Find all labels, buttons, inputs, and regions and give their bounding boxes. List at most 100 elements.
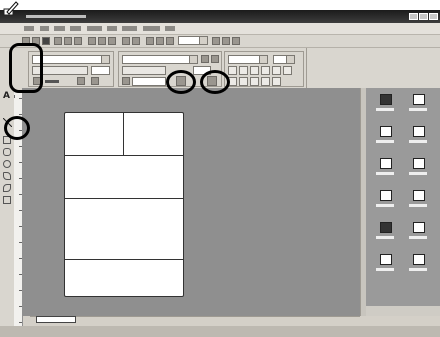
- menu-item-9[interactable]: [165, 26, 175, 31]
- copy-icon[interactable]: [98, 37, 106, 45]
- tape-icon[interactable]: [122, 77, 130, 85]
- side-panel-footer: [366, 306, 440, 316]
- side-panel-label: [376, 172, 394, 175]
- cut-icon[interactable]: [88, 37, 96, 45]
- window-title-text-marker: [26, 15, 86, 18]
- spell-check-icon[interactable]: [74, 37, 82, 45]
- table-icon[interactable]: [380, 158, 392, 169]
- arrange-text-icon[interactable]: [413, 94, 425, 105]
- side-panel-label: [409, 236, 427, 239]
- top-strip: [0, 0, 440, 10]
- frame-icon[interactable]: [156, 37, 164, 45]
- side-panel-label: [376, 236, 394, 239]
- label-divider: [123, 113, 124, 155]
- text-icon[interactable]: [146, 37, 154, 45]
- menu-item-8[interactable]: [143, 26, 160, 31]
- side-panel-label: [376, 268, 394, 271]
- menu-item-5[interactable]: [87, 26, 102, 31]
- screen-capture-icon[interactable]: [380, 190, 392, 201]
- pencil-icon: [3, 1, 19, 16]
- highlight-circle-split-layout: [200, 70, 230, 94]
- paste-icon[interactable]: [108, 37, 116, 45]
- printer-select[interactable]: [32, 55, 110, 64]
- bold-button[interactable]: [228, 66, 237, 75]
- minimize-button[interactable]: [409, 13, 418, 20]
- polygon-tool[interactable]: [3, 172, 11, 180]
- zoom-select[interactable]: [178, 36, 208, 45]
- side-panel-label: [409, 172, 427, 175]
- maximize-button[interactable]: [419, 13, 428, 20]
- chevron-down-icon: [189, 56, 197, 63]
- symbol-icon[interactable]: [380, 222, 392, 233]
- align-right-button[interactable]: [250, 77, 259, 86]
- label-divider: [65, 155, 183, 156]
- menu-item-7[interactable]: [122, 26, 137, 31]
- font-size-select[interactable]: [273, 55, 295, 64]
- ellipse-tool[interactable]: [3, 160, 11, 168]
- side-panel-label: [409, 204, 427, 207]
- menu-item-1[interactable]: [24, 26, 34, 31]
- landscape-icon[interactable]: [77, 77, 85, 85]
- shadow-button[interactable]: [272, 66, 281, 75]
- application-window: A: [0, 10, 440, 337]
- zoom-out-icon[interactable]: [222, 37, 230, 45]
- format-select[interactable]: [122, 55, 198, 64]
- decorative-frame-icon[interactable]: [413, 126, 425, 137]
- length-field[interactable]: [91, 66, 110, 75]
- vertical-text-button[interactable]: [272, 77, 281, 86]
- menu-item-6[interactable]: [107, 26, 117, 31]
- horizontal-scrollbar[interactable]: [30, 316, 360, 324]
- italic-button[interactable]: [239, 66, 248, 75]
- chevron-down-icon: [101, 56, 109, 63]
- cut-setting-select[interactable]: [122, 66, 166, 75]
- help-icon[interactable]: [232, 37, 240, 45]
- auto-size-icon[interactable]: [91, 77, 99, 85]
- chevron-down-icon: [199, 37, 207, 44]
- standard-toolbar: [0, 35, 440, 48]
- save-icon[interactable]: [42, 37, 50, 45]
- align-center-button[interactable]: [239, 77, 248, 86]
- highlight-circle-page-layout: [166, 70, 196, 94]
- tape-width-field[interactable]: [132, 77, 166, 86]
- print-icon[interactable]: [54, 37, 62, 45]
- redo-icon[interactable]: [132, 37, 140, 45]
- outline-button[interactable]: [261, 66, 270, 75]
- menu-bar: [0, 23, 440, 35]
- side-panel: [366, 88, 440, 316]
- image-icon[interactable]: [166, 37, 174, 45]
- calendar-icon[interactable]: [413, 254, 425, 265]
- menu-item-4[interactable]: [70, 26, 81, 31]
- undo-icon[interactable]: [122, 37, 130, 45]
- font-select[interactable]: [228, 55, 268, 64]
- make-picture-icon[interactable]: [413, 222, 425, 233]
- label-layout[interactable]: [64, 112, 184, 297]
- barcode-icon[interactable]: [380, 126, 392, 137]
- highlight-circle-draw-tools: [9, 43, 43, 93]
- font-color-button[interactable]: [283, 66, 292, 75]
- justify-button[interactable]: [261, 77, 270, 86]
- label-divider: [65, 259, 183, 260]
- date-time-icon[interactable]: [380, 254, 392, 265]
- format-settings-icon[interactable]: [201, 55, 209, 63]
- zoom-in-icon[interactable]: [212, 37, 220, 45]
- chevron-down-icon: [286, 56, 294, 63]
- arc-tool[interactable]: [3, 196, 11, 204]
- clip-art-icon[interactable]: [413, 190, 425, 201]
- app-logo-icon: [3, 0, 19, 16]
- chevron-down-icon: [259, 56, 267, 63]
- format-apply-icon[interactable]: [211, 55, 219, 63]
- print-preview-icon[interactable]: [64, 37, 72, 45]
- menu-item-3[interactable]: [54, 26, 65, 31]
- label-divider: [65, 198, 183, 199]
- menu-item-2[interactable]: [40, 26, 49, 31]
- image-item-icon[interactable]: [413, 158, 425, 169]
- freeform-tool[interactable]: [3, 184, 11, 192]
- underline-button[interactable]: [250, 66, 259, 75]
- text-tool[interactable]: A: [3, 92, 10, 101]
- font-panel: [224, 51, 304, 87]
- rounded-rect-tool[interactable]: [3, 148, 11, 156]
- close-button[interactable]: [429, 13, 438, 20]
- text-item-icon[interactable]: [380, 94, 392, 105]
- sheet-tab[interactable]: [36, 316, 76, 323]
- side-panel-label: [409, 140, 427, 143]
